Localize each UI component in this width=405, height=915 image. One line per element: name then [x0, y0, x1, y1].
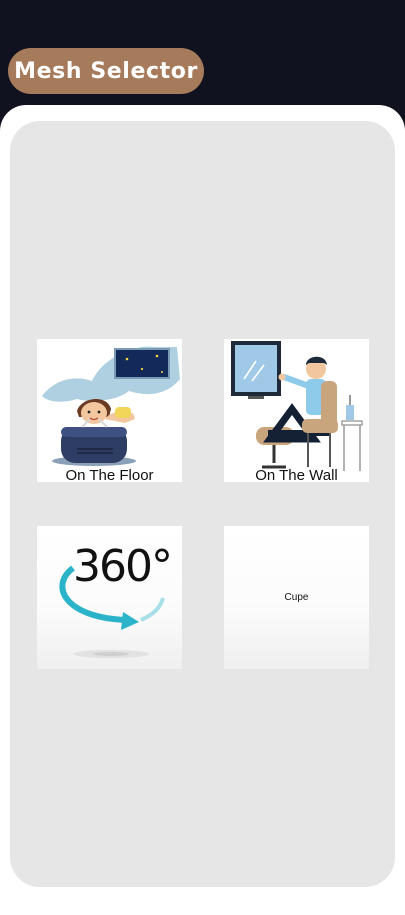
mesh-option-on-the-floor[interactable]: On The Floor [37, 339, 182, 482]
page-title: Mesh Selector [14, 58, 198, 84]
mesh-option-on-the-wall[interactable]: On The Wall [224, 339, 369, 482]
mesh-options-container: On The Floor On The Wall 360° Cupe [10, 121, 395, 887]
mesh-option-cupe[interactable]: Cupe [224, 526, 369, 669]
man-pointing-at-wall-screen-illustration [231, 341, 363, 471]
mesh-option-label: On The Floor [65, 467, 154, 482]
child-on-floor-illustration [42, 346, 180, 466]
mesh-option-label: On The Wall [255, 467, 338, 482]
mesh-selector-title: Mesh Selector [8, 48, 204, 94]
mesh-option-label: Cupe [284, 592, 309, 603]
mesh-option-360[interactable]: 360° [37, 526, 182, 669]
360-text: 360° [73, 541, 173, 592]
mesh-selector-panel: On The Floor On The Wall 360° Cupe [0, 105, 405, 915]
